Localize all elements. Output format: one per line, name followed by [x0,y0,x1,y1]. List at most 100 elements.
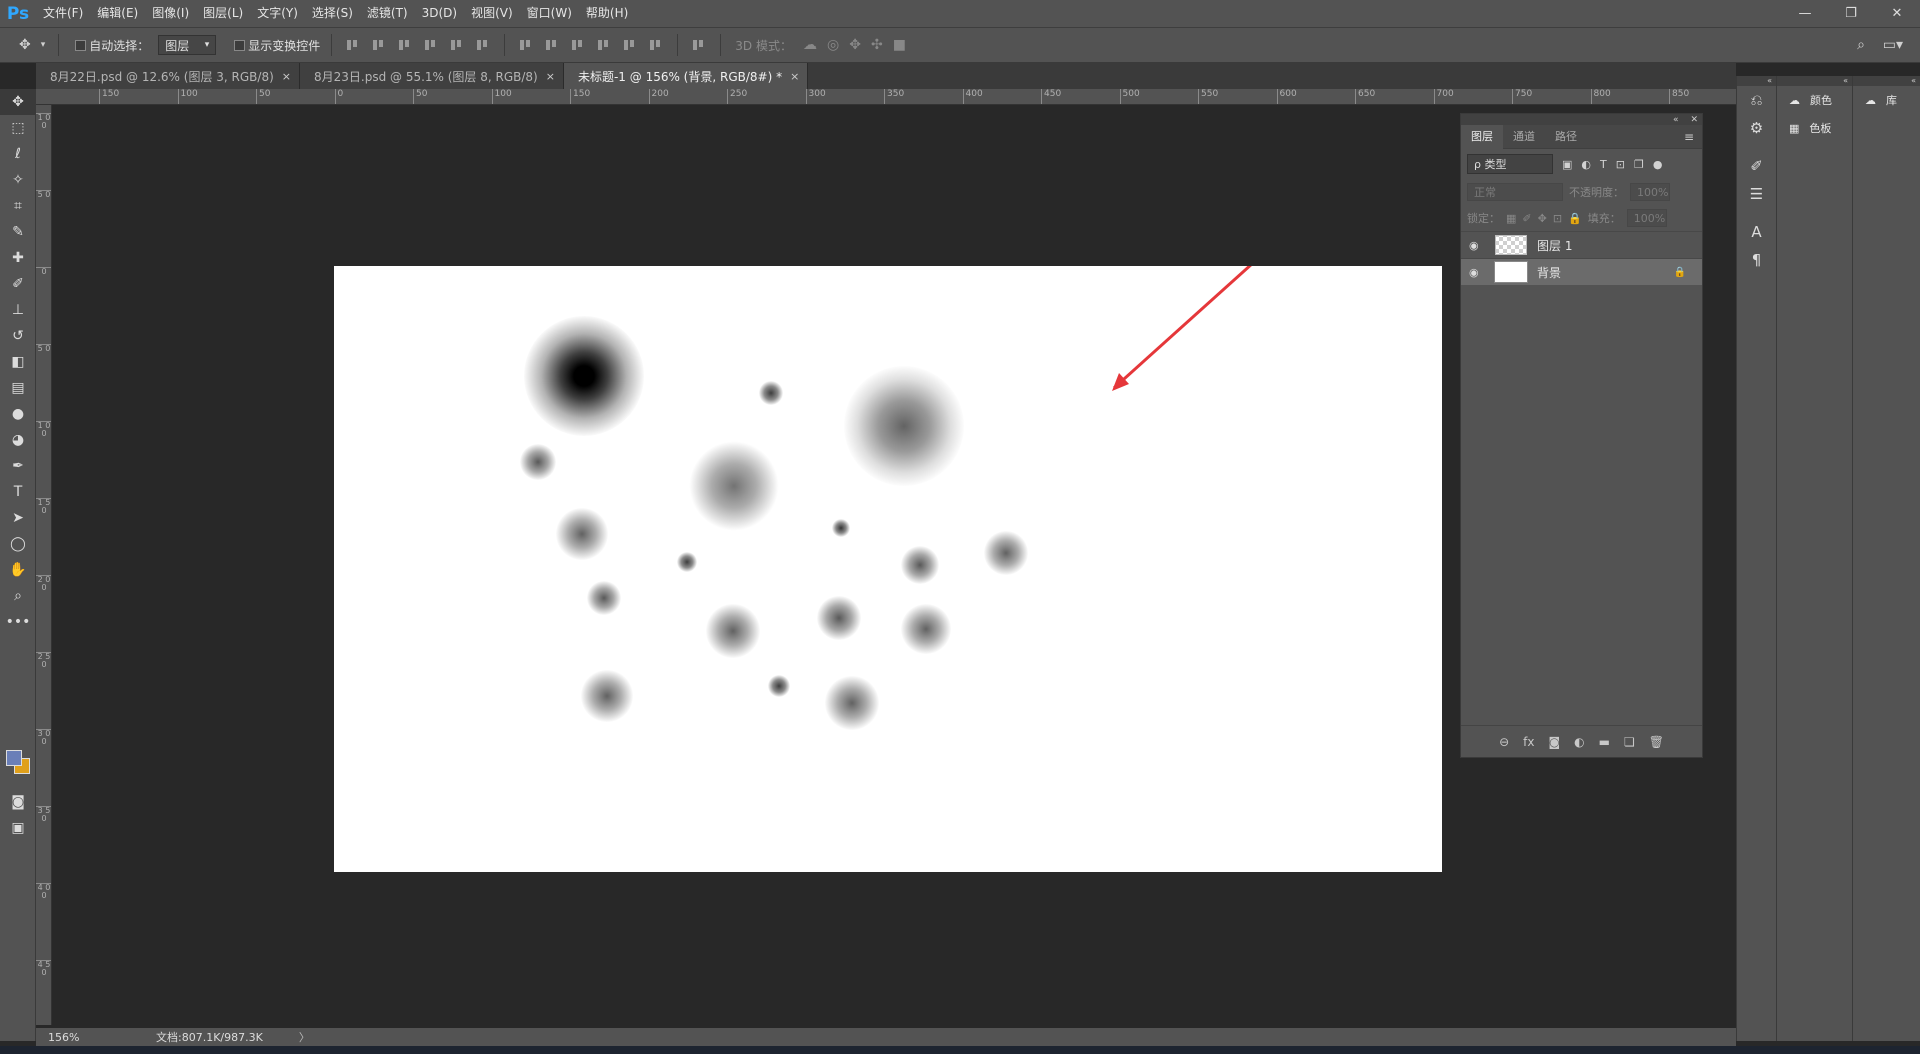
distribute-top-icon[interactable] [518,38,534,52]
tab-document-3[interactable]: 未标题-1 @ 156% (背景, RGB/8#) * × [563,63,809,89]
menu-window[interactable]: 窗口(W) [520,0,579,27]
delete-layer-icon[interactable]: 🗑 [1649,735,1664,749]
swatches-panel-button[interactable]: ▦ 色板 [1777,114,1852,142]
move-tool-icon[interactable]: ✥ [0,89,36,115]
align-top-icon[interactable] [345,38,361,52]
document-canvas[interactable] [334,266,1442,872]
tool-preset-chevron-icon[interactable]: ▾ [36,40,51,50]
minimize-button[interactable]: — [1782,0,1828,27]
distribute-hcenter-icon[interactable] [622,38,638,52]
pen-tool-icon[interactable]: ✒ [0,453,36,479]
close-tab-icon[interactable]: × [282,70,291,83]
history-icon[interactable]: ⎌ [1737,86,1776,114]
close-window-button[interactable]: ✕ [1874,0,1920,27]
character-icon[interactable]: A [1737,218,1776,246]
restore-button[interactable]: ❐ [1828,0,1874,27]
move-tool-icon[interactable]: ✥ [14,37,36,53]
tab-channels[interactable]: 通道 [1503,125,1545,149]
properties-icon[interactable]: ⚙ [1737,114,1776,142]
menu-view[interactable]: 视图(V) [464,0,520,27]
3d-pan-icon[interactable]: ✥ [844,37,866,53]
align-bottom-icon[interactable] [397,38,413,52]
3d-rotate-icon[interactable]: ☁ [798,37,822,53]
lock-all-icon[interactable]: 🔒 [1568,212,1582,225]
path-selection-tool-icon[interactable]: ➤ [0,505,36,531]
new-layer-icon[interactable]: ❏ [1624,735,1635,749]
clone-stamp-tool-icon[interactable]: ⊥ [0,297,36,323]
visibility-eye-icon[interactable]: ◉ [1469,266,1485,279]
lock-position-icon[interactable]: ✥ [1538,212,1547,225]
adjustments-icon[interactable]: ☰ [1737,180,1776,208]
menu-3d[interactable]: 3D(D) [415,0,464,27]
document-size-info[interactable]: 文档:807.1K/987.3K [96,1029,263,1045]
close-panel-icon[interactable]: ✕ [1690,115,1698,125]
collapse-panel-icon[interactable]: « [1673,115,1679,125]
tab-paths[interactable]: 路径 [1545,125,1587,149]
distribute-right-icon[interactable] [648,38,664,52]
shape-filter-icon[interactable]: ⊡ [1616,158,1625,171]
new-group-icon[interactable]: ▬ [1599,735,1610,749]
blur-tool-icon[interactable]: ● [0,401,36,427]
type-filter-icon[interactable]: T [1600,158,1607,171]
menu-image[interactable]: 图像(I) [145,0,196,27]
menu-layer[interactable]: 图层(L) [196,0,250,27]
menu-type[interactable]: 文字(Y) [250,0,305,27]
3d-roll-icon[interactable]: ◎ [822,37,844,53]
adjustment-filter-icon[interactable]: ◐ [1581,158,1591,171]
blend-mode-select[interactable]: 正常 [1467,183,1563,201]
adjustment-layer-icon[interactable]: ◐ [1574,735,1584,749]
lock-artboard-icon[interactable]: ⊡ [1553,212,1562,225]
dock-collapse-icon[interactable]: « [1853,76,1920,86]
workspace-switcher-icon[interactable]: ▭▾ [1878,37,1908,53]
tab-layers[interactable]: 图层 [1461,124,1503,149]
smart-object-filter-icon[interactable]: ❐ [1634,158,1644,171]
menu-filter[interactable]: 滤镜(T) [360,0,415,27]
tab-document-1[interactable]: 8月22日.psd @ 12.6% (图层 3, RGB/8) × [36,63,300,89]
auto-select-dropdown[interactable]: 图层 ▾ [158,35,217,55]
paragraph-icon[interactable]: ¶ [1737,246,1776,274]
ellipse-tool-icon[interactable]: ◯ [0,531,36,557]
close-tab-icon[interactable]: × [790,70,799,83]
visibility-eye-icon[interactable]: ◉ [1469,239,1485,252]
lock-pixels-icon[interactable]: ✐ [1522,212,1531,225]
auto-select-checkbox[interactable] [75,39,87,51]
dodge-tool-icon[interactable]: ◕ [0,427,36,453]
status-menu-icon[interactable]: 〉 [299,1029,310,1045]
3d-scale-icon[interactable]: ■ [888,37,911,53]
hand-tool-icon[interactable]: ✋ [0,557,36,583]
eraser-tool-icon[interactable]: ◧ [0,349,36,375]
align-hcenter-icon[interactable] [449,38,465,52]
history-brush-tool-icon[interactable]: ↺ [0,323,36,349]
marquee-tool-icon[interactable]: ⬚ [0,115,36,141]
lock-transparent-icon[interactable]: ▦ [1506,212,1516,225]
layer-kind-filter[interactable]: ρ 类型 [1467,154,1553,174]
close-tab-icon[interactable]: × [546,70,555,83]
distribute-left-icon[interactable] [596,38,612,52]
align-right-icon[interactable] [475,38,491,52]
menu-file[interactable]: 文件(F) [36,0,90,27]
layer-row-background[interactable]: ◉ 背景 🔒 [1461,258,1702,285]
menu-help[interactable]: 帮助(H) [579,0,635,27]
brush-tool-icon[interactable]: ✐ [0,271,36,297]
magic-wand-tool-icon[interactable]: ✧ [0,167,36,193]
3d-slide-icon[interactable]: ✣ [866,37,888,53]
eyedropper-tool-icon[interactable]: ✎ [0,219,36,245]
opacity-input[interactable]: 100% [1630,183,1670,201]
align-vcenter-icon[interactable] [371,38,387,52]
align-left-icon[interactable] [423,38,439,52]
tab-document-2[interactable]: 8月23日.psd @ 55.1% (图层 8, RGB/8) × [299,63,564,89]
add-mask-icon[interactable]: ◙ [1548,735,1560,749]
fill-input[interactable]: 100% [1626,209,1667,227]
filter-toggle-icon[interactable]: ● [1653,158,1663,171]
type-tool-icon[interactable]: T [0,479,36,505]
search-icon[interactable]: ⌕ [1852,37,1870,53]
crop-tool-icon[interactable]: ⌗ [0,193,36,219]
brush-settings-icon[interactable]: ✐ [1737,152,1776,180]
distribute-vcenter-icon[interactable] [544,38,560,52]
lasso-tool-icon[interactable]: ℓ [0,141,36,167]
more-tools-icon[interactable]: ••• [0,609,36,635]
zoom-tool-icon[interactable]: ⌕ [0,583,36,609]
foreground-color-swatch[interactable] [6,750,22,766]
gradient-tool-icon[interactable]: ▤ [0,375,36,401]
layer-style-icon[interactable]: fx [1523,735,1534,749]
